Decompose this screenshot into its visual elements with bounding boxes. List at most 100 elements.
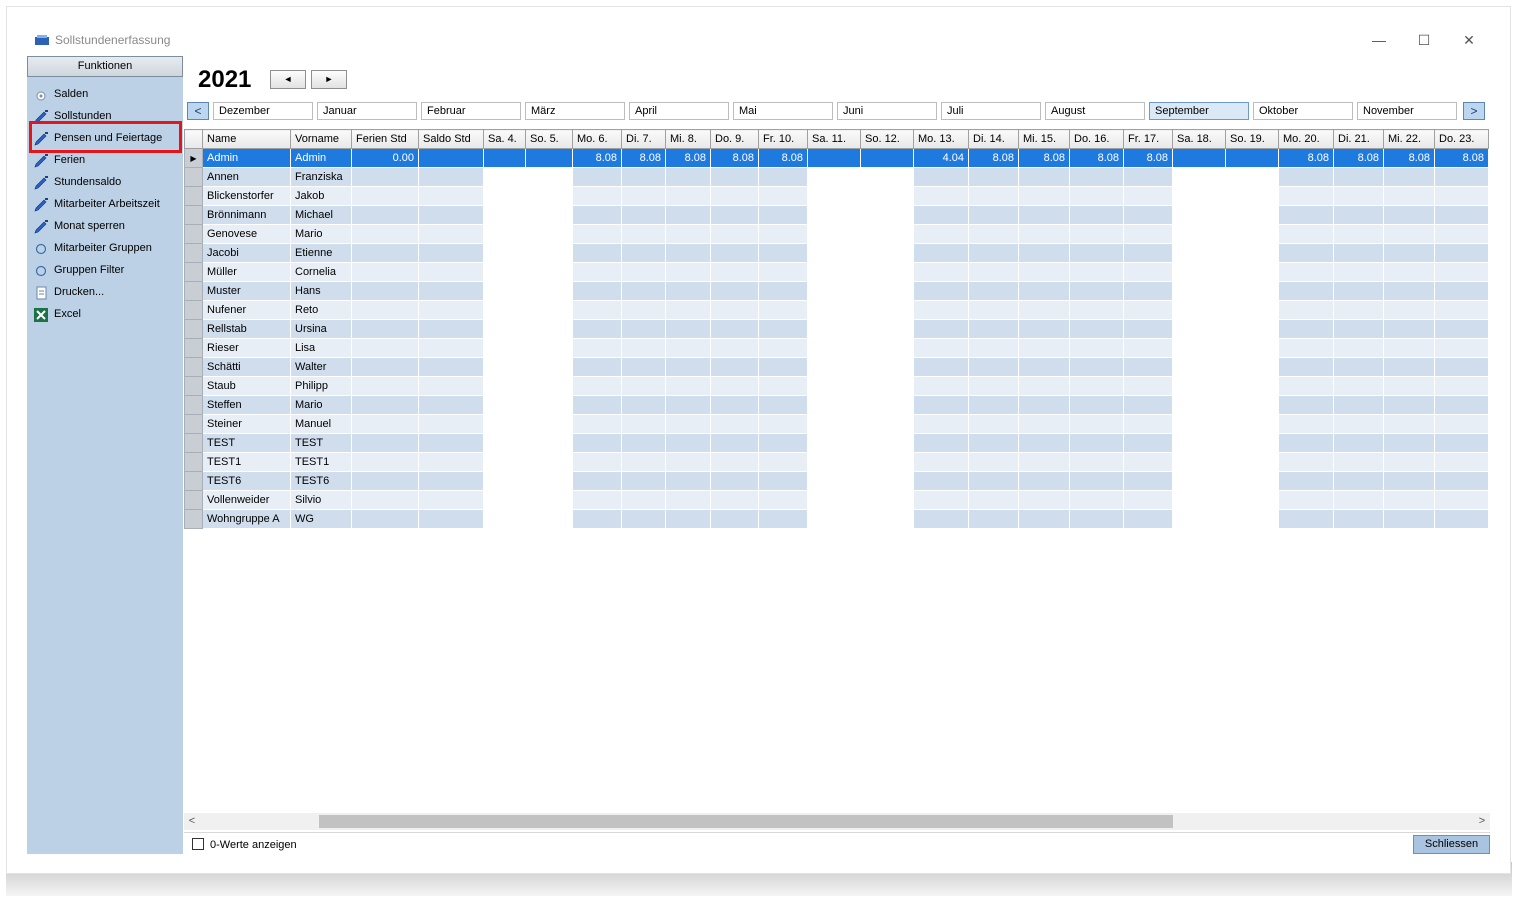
table-cell[interactable]: [1333, 509, 1384, 529]
table-cell[interactable]: [525, 281, 573, 301]
table-cell[interactable]: [1383, 281, 1435, 301]
table-cell[interactable]: [968, 300, 1019, 320]
table-cell[interactable]: Cornelia: [290, 262, 352, 282]
table-cell[interactable]: [572, 205, 622, 225]
table-cell[interactable]: [418, 357, 484, 377]
table-row[interactable]: Staub Philipp: [184, 376, 1489, 396]
table-cell[interactable]: [968, 319, 1019, 339]
table-cell[interactable]: [913, 243, 969, 263]
table-row[interactable]: Annen Franziska: [184, 167, 1489, 187]
table-cell[interactable]: [1333, 433, 1384, 453]
table-cell[interactable]: [1434, 186, 1489, 206]
table-cell[interactable]: [913, 414, 969, 434]
column-header[interactable]: Do. 16.: [1069, 129, 1124, 149]
table-cell[interactable]: [1069, 452, 1124, 472]
sidebar-item-drucken[interactable]: Drucken...: [27, 283, 183, 303]
table-cell[interactable]: [968, 357, 1019, 377]
table-cell[interactable]: [525, 490, 573, 510]
table-cell[interactable]: [525, 186, 573, 206]
table-cell[interactable]: [807, 148, 861, 168]
table-cell[interactable]: [1172, 243, 1226, 263]
table-cell[interactable]: TEST: [290, 433, 352, 453]
table-cell[interactable]: [1225, 224, 1279, 244]
table-cell[interactable]: [351, 167, 419, 187]
row-header[interactable]: ▶: [184, 148, 203, 168]
table-row[interactable]: TEST1 TEST1: [184, 452, 1489, 472]
table-cell[interactable]: [1123, 338, 1173, 358]
table-cell[interactable]: [665, 205, 711, 225]
table-cell[interactable]: [1434, 395, 1489, 415]
table-cell[interactable]: [913, 376, 969, 396]
table-cell[interactable]: [710, 509, 759, 529]
table-cell[interactable]: [710, 167, 759, 187]
table-cell[interactable]: [860, 148, 914, 168]
table-cell[interactable]: [968, 205, 1019, 225]
table-cell[interactable]: [1069, 490, 1124, 510]
table-cell[interactable]: Philipp: [290, 376, 352, 396]
table-cell[interactable]: [1333, 167, 1384, 187]
table-cell[interactable]: [1172, 395, 1226, 415]
table-cell[interactable]: [1123, 262, 1173, 282]
table-cell[interactable]: [1069, 300, 1124, 320]
scroll-left-icon[interactable]: <: [184, 813, 200, 830]
table-cell[interactable]: [1225, 490, 1279, 510]
table-cell[interactable]: [1333, 205, 1384, 225]
table-cell[interactable]: [1383, 262, 1435, 282]
table-cell[interactable]: [1434, 319, 1489, 339]
table-cell[interactable]: [351, 452, 419, 472]
table-cell[interactable]: [418, 243, 484, 263]
table-cell[interactable]: [1333, 262, 1384, 282]
column-header[interactable]: Ferien Std: [351, 129, 419, 149]
table-cell[interactable]: [968, 167, 1019, 187]
table-cell[interactable]: 8.08: [1069, 148, 1124, 168]
table-cell[interactable]: [1123, 243, 1173, 263]
table-cell[interactable]: [758, 395, 808, 415]
table-cell[interactable]: [572, 376, 622, 396]
table-cell[interactable]: [621, 186, 666, 206]
row-header[interactable]: [184, 414, 203, 434]
table-cell[interactable]: [1123, 167, 1173, 187]
column-header[interactable]: Di. 7.: [621, 129, 666, 149]
table-cell[interactable]: [1225, 509, 1279, 529]
row-header[interactable]: [184, 490, 203, 510]
table-cell[interactable]: [483, 357, 526, 377]
table-cell[interactable]: 8.08: [1333, 148, 1384, 168]
table-cell[interactable]: Silvio: [290, 490, 352, 510]
table-cell[interactable]: [1278, 262, 1334, 282]
sidebar-item-stundensaldo[interactable]: Stundensaldo: [27, 173, 183, 193]
table-cell[interactable]: [1225, 148, 1279, 168]
table-cell[interactable]: [483, 471, 526, 491]
table-cell[interactable]: 8.08: [1278, 148, 1334, 168]
table-cell[interactable]: [1333, 338, 1384, 358]
column-header[interactable]: Fr. 10.: [758, 129, 808, 149]
row-header[interactable]: [184, 376, 203, 396]
table-cell[interactable]: [483, 300, 526, 320]
table-cell[interactable]: Brönnimann: [202, 205, 291, 225]
table-cell[interactable]: 8.08: [758, 148, 808, 168]
table-cell[interactable]: [1434, 357, 1489, 377]
month-tab[interactable]: Januar: [317, 102, 417, 120]
table-cell[interactable]: [710, 414, 759, 434]
table-cell[interactable]: [1123, 471, 1173, 491]
table-cell[interactable]: [913, 186, 969, 206]
table-cell[interactable]: [1172, 452, 1226, 472]
table-cell[interactable]: [351, 490, 419, 510]
table-cell[interactable]: [1123, 281, 1173, 301]
table-cell[interactable]: [1018, 281, 1070, 301]
table-cell[interactable]: [758, 471, 808, 491]
table-cell[interactable]: [860, 319, 914, 339]
table-cell[interactable]: [621, 433, 666, 453]
table-cell[interactable]: [525, 167, 573, 187]
table-cell[interactable]: [525, 205, 573, 225]
table-cell[interactable]: [807, 186, 861, 206]
table-cell[interactable]: [913, 490, 969, 510]
table-cell[interactable]: [968, 471, 1019, 491]
table-cell[interactable]: [1018, 490, 1070, 510]
table-cell[interactable]: [665, 338, 711, 358]
table-cell[interactable]: [1018, 319, 1070, 339]
table-cell[interactable]: [1018, 395, 1070, 415]
table-cell[interactable]: [860, 281, 914, 301]
table-cell[interactable]: [1383, 376, 1435, 396]
table-cell[interactable]: [351, 509, 419, 529]
table-cell[interactable]: [968, 224, 1019, 244]
